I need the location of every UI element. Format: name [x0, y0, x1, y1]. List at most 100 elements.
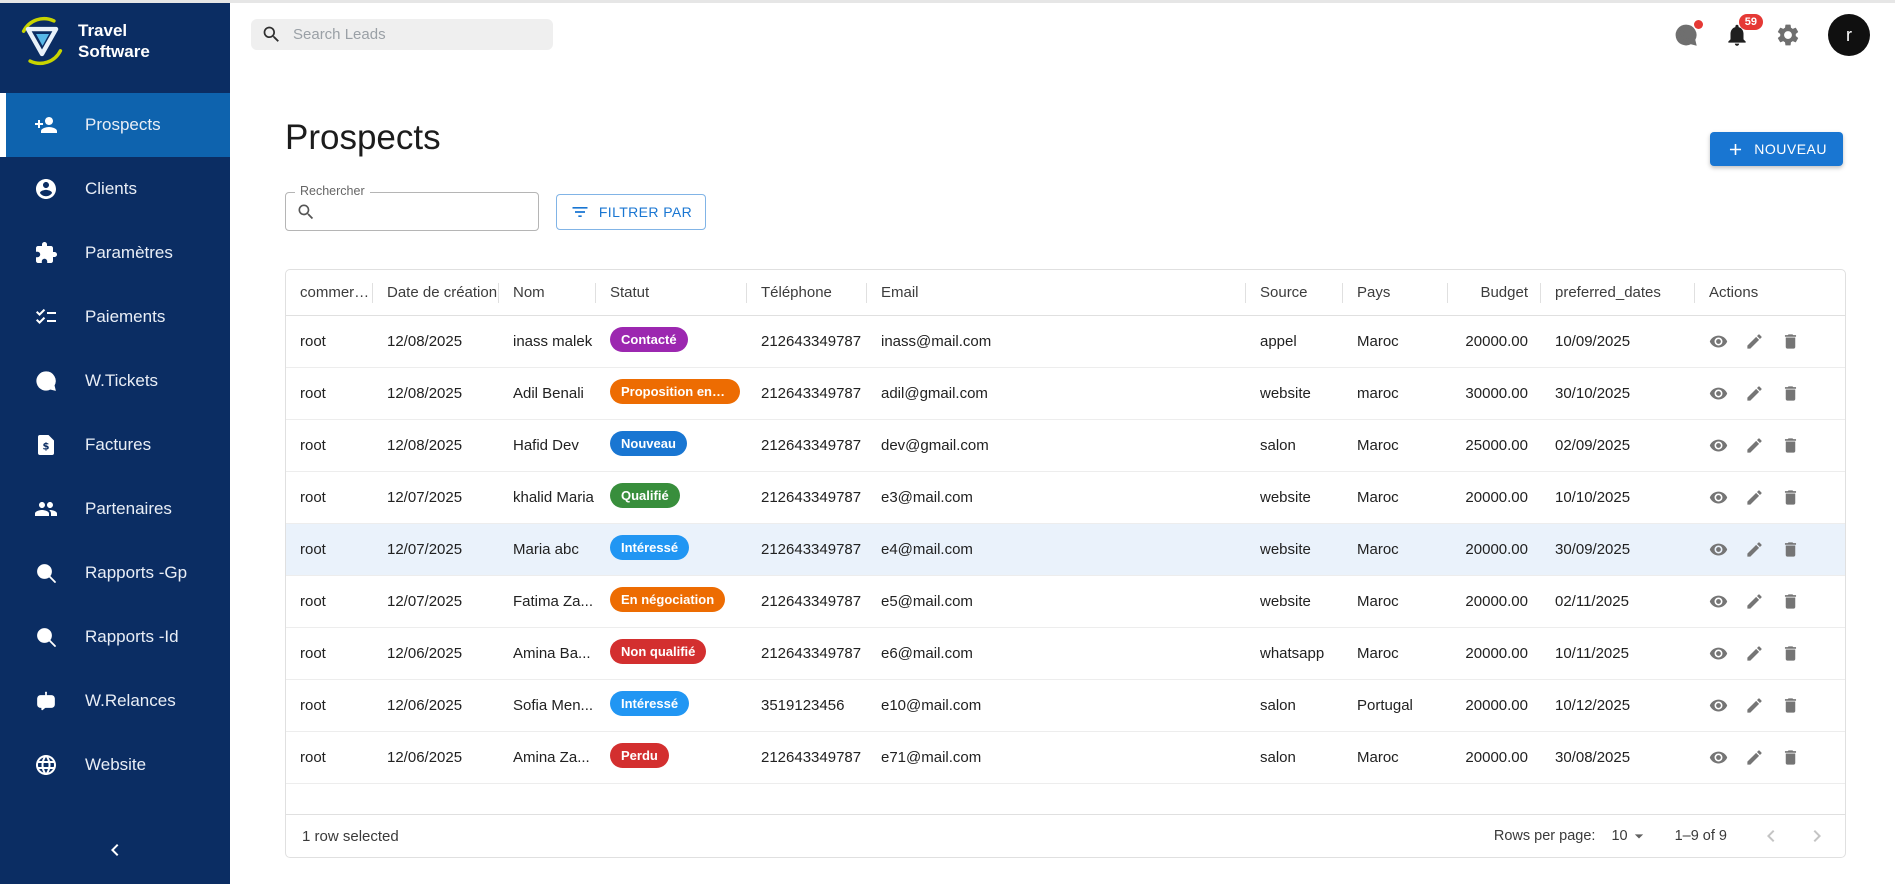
- view-button[interactable]: [1709, 592, 1728, 611]
- table-row[interactable]: root12/08/2025Adil BenaliProposition env…: [286, 368, 1845, 420]
- table-row[interactable]: root12/07/2025khalid MariaQualifié212643…: [286, 472, 1845, 524]
- view-button[interactable]: [1709, 436, 1728, 455]
- column-header-preferred-dates[interactable]: preferred_dates: [1541, 270, 1695, 316]
- sidebar-item-rapports-id[interactable]: Rapports -Id: [0, 605, 230, 669]
- cell-source: website: [1246, 385, 1343, 402]
- cell-actions: [1695, 332, 1845, 351]
- column-header-source[interactable]: Source: [1246, 270, 1343, 316]
- sidebar-item-paiements[interactable]: Paiements: [0, 285, 230, 349]
- data-grid: commercialDate de créationNomStatutTélép…: [285, 269, 1846, 858]
- whatsapp-button[interactable]: [1673, 22, 1699, 48]
- cell-budget: 20000.00: [1448, 333, 1541, 350]
- edit-button[interactable]: [1745, 644, 1764, 663]
- user-avatar[interactable]: r: [1828, 14, 1870, 56]
- delete-button[interactable]: [1781, 384, 1800, 403]
- sidebar-item-rapports-gp[interactable]: Rapports -Gp: [0, 541, 230, 605]
- table-row[interactable]: root12/08/2025inass malekContacté2126433…: [286, 316, 1845, 368]
- column-header-email[interactable]: Email: [867, 270, 1246, 316]
- table-row[interactable]: root12/06/2025Sofia Men...Intéressé35191…: [286, 680, 1845, 732]
- cell-pays: Maroc: [1343, 749, 1448, 766]
- cell-nom: Hafid Dev: [499, 437, 596, 454]
- view-button[interactable]: [1709, 488, 1728, 507]
- delete-button[interactable]: [1781, 488, 1800, 507]
- column-header-actions[interactable]: Actions: [1695, 270, 1845, 316]
- column-header-t-l-phone[interactable]: Téléphone: [747, 270, 867, 316]
- filter-button[interactable]: FILTRER PAR: [556, 194, 706, 230]
- edit-button[interactable]: [1745, 592, 1764, 611]
- edit-button[interactable]: [1745, 696, 1764, 715]
- globe-icon: [34, 753, 58, 777]
- column-header-date-de-cr-ation[interactable]: Date de création: [373, 270, 499, 316]
- next-page-button[interactable]: [1805, 824, 1829, 848]
- view-button[interactable]: [1709, 384, 1728, 403]
- delete-button[interactable]: [1781, 748, 1800, 767]
- table-search-field[interactable]: Rechercher: [285, 192, 539, 231]
- sidebar-collapse-button[interactable]: [0, 838, 230, 862]
- global-search[interactable]: [251, 19, 553, 50]
- settings-button[interactable]: [1775, 22, 1801, 48]
- table-row[interactable]: root12/06/2025Amina Za...Perdu2126433497…: [286, 732, 1845, 784]
- delete-button[interactable]: [1781, 696, 1800, 715]
- column-header-statut[interactable]: Statut: [596, 270, 747, 316]
- cell-email: inass@mail.com: [867, 333, 1246, 350]
- sidebar-item-label: Paiements: [85, 307, 165, 327]
- cell-nom: Amina Za...: [499, 749, 596, 766]
- table-row[interactable]: root12/07/2025Fatima Za...En négociation…: [286, 576, 1845, 628]
- view-button[interactable]: [1709, 748, 1728, 767]
- edit-button[interactable]: [1745, 384, 1764, 403]
- edit-button[interactable]: [1745, 436, 1764, 455]
- cell-date: 12/06/2025: [373, 749, 499, 766]
- status-badge: Intéressé: [610, 691, 689, 716]
- cell-budget: 30000.00: [1448, 385, 1541, 402]
- delete-button[interactable]: [1781, 592, 1800, 611]
- view-button[interactable]: [1709, 644, 1728, 663]
- cell-actions: [1695, 696, 1845, 715]
- account-icon: [34, 177, 58, 201]
- sidebar-item-prospects[interactable]: Prospects: [0, 93, 230, 157]
- table-row[interactable]: root12/08/2025Hafid DevNouveau2126433497…: [286, 420, 1845, 472]
- column-header-nom[interactable]: Nom: [499, 270, 596, 316]
- notifications-button[interactable]: 59: [1724, 22, 1750, 48]
- new-button[interactable]: NOUVEAU: [1710, 132, 1843, 166]
- delete-button[interactable]: [1781, 540, 1800, 559]
- cell-email: dev@gmail.com: [867, 437, 1246, 454]
- table-row[interactable]: root12/07/2025Maria abcIntéressé21264334…: [286, 524, 1845, 576]
- edit-button[interactable]: [1745, 488, 1764, 507]
- delete-button[interactable]: [1781, 436, 1800, 455]
- delete-button[interactable]: [1781, 332, 1800, 351]
- cell-telephone: 3519123456: [747, 697, 867, 714]
- edit-button[interactable]: [1745, 748, 1764, 767]
- sidebar-item-factures[interactable]: $Factures: [0, 413, 230, 477]
- global-search-input[interactable]: [291, 25, 543, 44]
- sidebar-item-partenaires[interactable]: Partenaires: [0, 477, 230, 541]
- view-button[interactable]: [1709, 696, 1728, 715]
- column-header-budget[interactable]: Budget: [1448, 270, 1541, 316]
- caret-down-icon: [1629, 826, 1649, 846]
- column-header-pays[interactable]: Pays: [1343, 270, 1448, 316]
- person-add-icon: [34, 113, 58, 137]
- cell-preferred_dates: 02/09/2025: [1541, 437, 1695, 454]
- sidebar-item-w-tickets[interactable]: W.Tickets: [0, 349, 230, 413]
- view-button[interactable]: [1709, 540, 1728, 559]
- column-header-commercial[interactable]: commercial: [286, 270, 373, 316]
- cell-pays: Maroc: [1343, 645, 1448, 662]
- rows-per-page-select[interactable]: 10: [1611, 826, 1648, 846]
- cell-nom: khalid Maria: [499, 489, 596, 506]
- cell-statut: Contacté: [596, 327, 747, 356]
- previous-page-button[interactable]: [1759, 824, 1783, 848]
- sidebar-item-param-tres[interactable]: Paramètres: [0, 221, 230, 285]
- table-row[interactable]: root12/06/2025Amina Ba...Non qualifié212…: [286, 628, 1845, 680]
- edit-button[interactable]: [1745, 332, 1764, 351]
- view-button[interactable]: [1709, 332, 1728, 351]
- cell-budget: 25000.00: [1448, 437, 1541, 454]
- table-search-input[interactable]: [324, 194, 532, 229]
- sidebar: Travel Software ProspectsClientsParamètr…: [0, 3, 230, 884]
- delete-button[interactable]: [1781, 644, 1800, 663]
- sidebar-item-w-relances[interactable]: W.Relances: [0, 669, 230, 733]
- sidebar-item-clients[interactable]: Clients: [0, 157, 230, 221]
- sidebar-item-website[interactable]: Website: [0, 733, 230, 797]
- cell-nom: Maria abc: [499, 541, 596, 558]
- cell-commercial: root: [286, 541, 373, 558]
- cell-pays: Maroc: [1343, 541, 1448, 558]
- edit-button[interactable]: [1745, 540, 1764, 559]
